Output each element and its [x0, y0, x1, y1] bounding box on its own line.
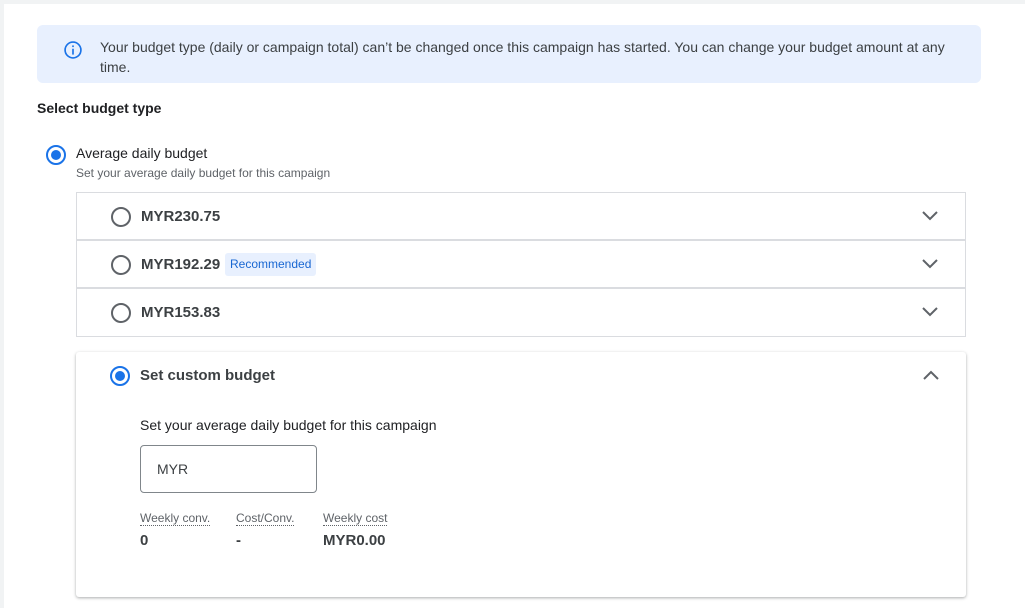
metric-value: 0: [140, 532, 149, 549]
budget-option-amount: MYR153.83: [141, 304, 221, 321]
budget-panel: Your budget type (daily or campaign tota…: [0, 0, 1025, 608]
budget-option-row[interactable]: MYR153.83: [76, 288, 966, 337]
metric-value: MYR0.00: [323, 532, 386, 549]
budget-option-amount: MYR192.29: [141, 256, 221, 273]
custom-budget-description: Set your average daily budget for this c…: [140, 417, 437, 433]
metric-weekly-cost: Weekly cost MYR0.00: [323, 509, 388, 549]
budget-option-radio[interactable]: [111, 303, 131, 323]
average-daily-budget-label: Average daily budget: [76, 145, 208, 161]
section-heading: Select budget type: [37, 100, 162, 116]
metric-label[interactable]: Weekly conv.: [140, 511, 211, 526]
budget-option-row[interactable]: MYR192.29 Recommended: [76, 240, 966, 288]
custom-budget-input[interactable]: [140, 445, 317, 493]
recommended-badge: Recommended: [225, 253, 317, 276]
chevron-up-icon[interactable]: [922, 368, 940, 382]
metric-label[interactable]: Weekly cost: [323, 511, 388, 526]
metric-weekly-conv: Weekly conv. 0: [140, 509, 211, 549]
average-daily-budget-sublabel: Set your average daily budget for this c…: [76, 166, 331, 180]
budget-option-radio[interactable]: [111, 255, 131, 275]
chevron-down-icon[interactable]: [921, 305, 939, 319]
metric-cost-conv: Cost/Conv. -: [236, 509, 295, 549]
chevron-down-icon[interactable]: [921, 257, 939, 271]
budget-option-radio[interactable]: [111, 207, 131, 227]
average-daily-budget-radio[interactable]: [46, 145, 66, 165]
budget-option-amount: MYR230.75: [141, 208, 221, 225]
custom-budget-radio[interactable]: [110, 366, 130, 386]
metric-label[interactable]: Cost/Conv.: [236, 511, 295, 526]
custom-budget-card: Set custom budget Set your average daily…: [76, 352, 966, 597]
custom-budget-title: Set custom budget: [140, 367, 276, 384]
info-banner-text: Your budget type (daily or campaign tota…: [100, 39, 945, 75]
info-icon: [64, 41, 82, 59]
metric-value: -: [236, 532, 241, 549]
budget-option-row[interactable]: MYR230.75: [76, 192, 966, 240]
chevron-down-icon[interactable]: [921, 209, 939, 223]
